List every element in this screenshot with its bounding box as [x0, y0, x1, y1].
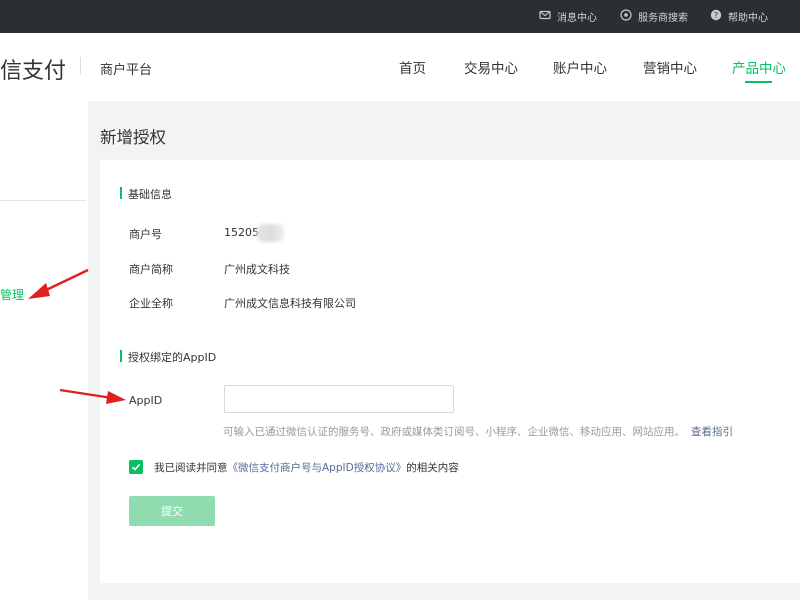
annotation-overlay — [28, 268, 126, 404]
arrow-to-appid — [59, 388, 126, 404]
arrow-to-manage — [28, 268, 89, 299]
